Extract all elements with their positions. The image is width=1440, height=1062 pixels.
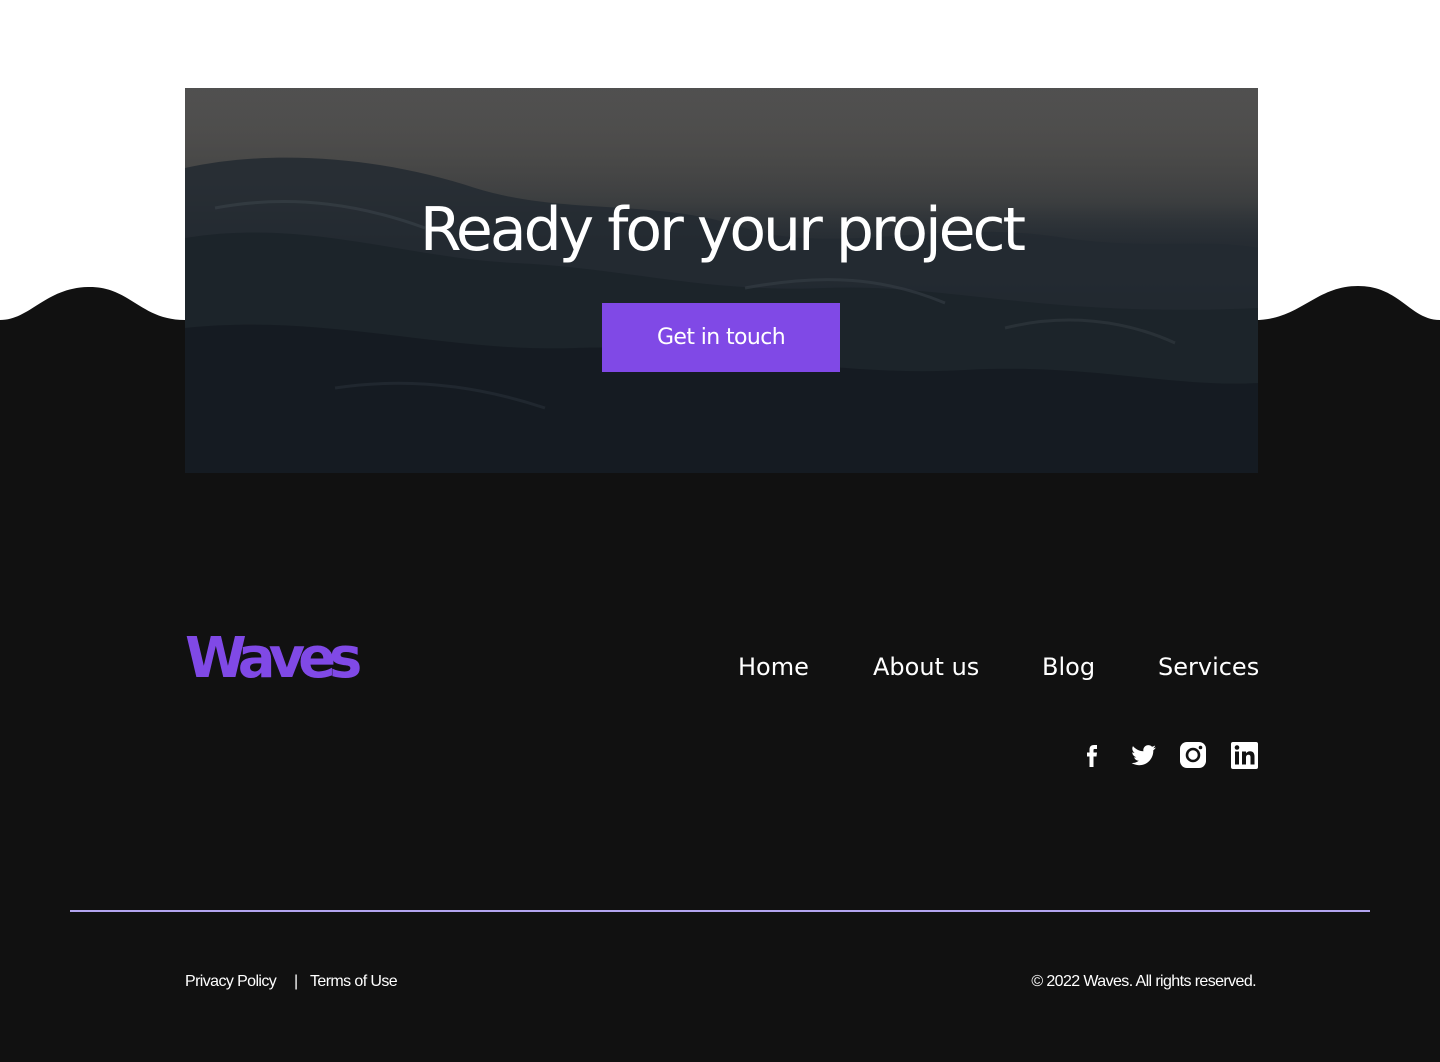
get-in-touch-button[interactable]: Get in touch (602, 303, 840, 372)
cta-title: Ready for your project (419, 195, 1026, 265)
cta-banner: Ready for your project Get in touch (185, 88, 1258, 473)
linkedin-icon[interactable] (1228, 739, 1260, 771)
nav-about-link[interactable]: About us (873, 652, 979, 682)
facebook-icon[interactable] (1076, 739, 1108, 771)
instagram-icon[interactable] (1177, 739, 1209, 771)
nav-home-link[interactable]: Home (738, 652, 809, 682)
terms-of-use-link[interactable]: Terms of Use (310, 972, 398, 992)
logo[interactable]: Waves (185, 626, 362, 692)
twitter-icon[interactable] (1127, 739, 1159, 771)
legal-separator: | (294, 973, 298, 990)
nav-blog-link[interactable]: Blog (1042, 652, 1095, 682)
copyright-text: © 2022 Waves. All rights reserved. (1031, 973, 1256, 990)
footer-divider (70, 910, 1370, 912)
sea-background-image (185, 88, 1258, 473)
privacy-policy-link[interactable]: Privacy Policy (185, 972, 277, 992)
nav-services-link[interactable]: Services (1158, 652, 1259, 682)
